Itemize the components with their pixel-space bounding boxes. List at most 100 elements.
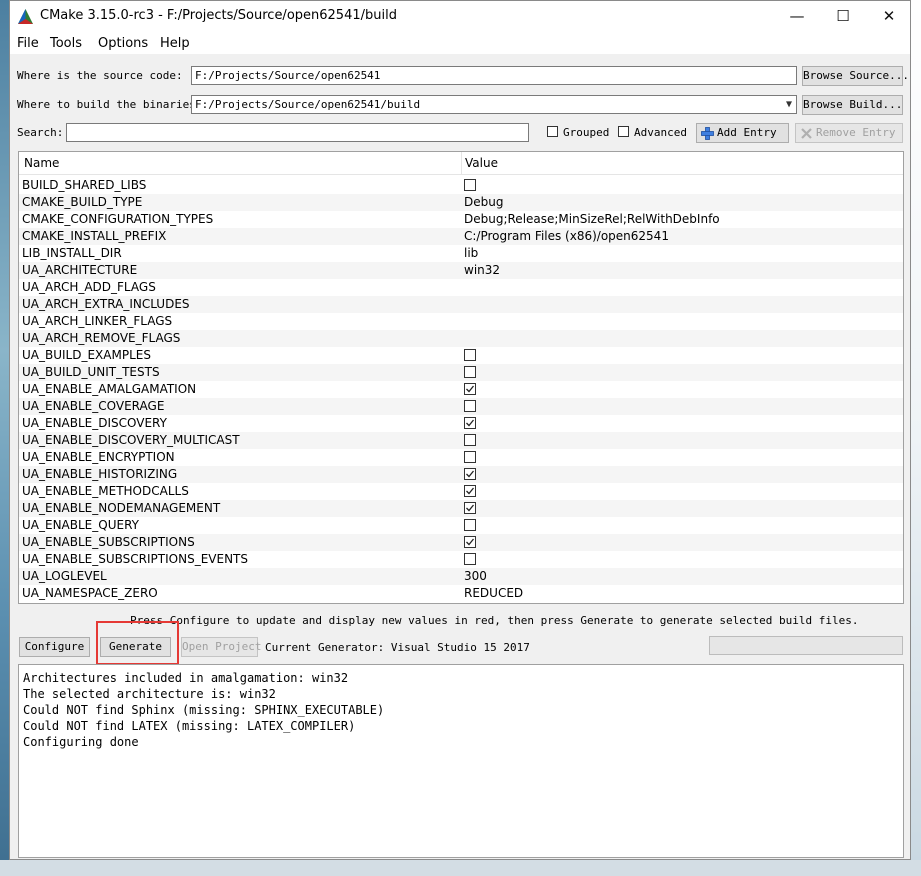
table-row[interactable]: UA_ENABLE_DISCOVERY — [19, 415, 903, 432]
minimize-button[interactable]: — — [774, 1, 820, 32]
close-button[interactable]: ✕ — [866, 1, 912, 32]
advanced-label: Advanced — [634, 126, 687, 139]
menu-file[interactable]: File — [17, 36, 39, 51]
table-row[interactable]: UA_ENABLE_QUERY — [19, 517, 903, 534]
table-row[interactable]: UA_ENABLE_ENCRYPTION — [19, 449, 903, 466]
entry-value-checkbox[interactable] — [464, 400, 476, 412]
entry-value-checkbox[interactable] — [464, 434, 476, 446]
entry-name: UA_ARCH_EXTRA_INCLUDES — [22, 297, 190, 311]
open-project-button[interactable]: Open Project — [181, 637, 261, 657]
search-input[interactable] — [66, 123, 529, 142]
table-row[interactable]: UA_LOGLEVEL 300 — [19, 568, 903, 585]
column-header-value[interactable]: Value — [465, 156, 498, 170]
entry-value-checkbox[interactable] — [464, 485, 476, 497]
add-entry-label: Add Entry — [717, 126, 777, 139]
remove-entry-button[interactable]: Remove Entry — [795, 123, 903, 143]
entry-name: UA_ENABLE_DISCOVERY_MULTICAST — [22, 433, 240, 447]
grouped-label: Grouped — [563, 126, 610, 139]
entry-name: UA_ARCHITECTURE — [22, 263, 138, 277]
table-header: Name Value — [19, 152, 903, 175]
entry-name: CMAKE_INSTALL_PREFIX — [22, 229, 167, 243]
entry-value-checkbox[interactable] — [464, 468, 476, 480]
table-row[interactable]: CMAKE_INSTALL_PREFIX C:/Program Files (x8… — [19, 228, 903, 245]
entry-name: UA_BUILD_EXAMPLES — [22, 348, 151, 362]
cache-variables-table: Name Value BUILD_SHARED_LIBS CMAKE_BUILD_… — [18, 151, 904, 604]
entry-name: UA_ENABLE_SUBSCRIPTIONS — [22, 535, 195, 549]
entry-value[interactable]: win32 — [464, 263, 500, 277]
table-row[interactable]: UA_ARCH_EXTRA_INCLUDES — [19, 296, 903, 313]
table-row[interactable]: UA_ARCH_ADD_FLAGS — [19, 279, 903, 296]
table-row[interactable]: UA_ARCHITECTURE win32 — [19, 262, 903, 279]
menu-help[interactable]: Help — [160, 36, 190, 51]
entry-value-checkbox[interactable] — [464, 417, 476, 429]
build-path-value: F:/Projects/Source/open62541/build — [195, 98, 421, 111]
column-header-name[interactable]: Name — [24, 156, 59, 170]
entry-name: UA_ENABLE_ENCRYPTION — [22, 450, 175, 464]
table-row[interactable]: BUILD_SHARED_LIBS — [19, 177, 903, 194]
entry-name: UA_ARCH_ADD_FLAGS — [22, 280, 156, 294]
output-line: The selected architecture is: win32 — [23, 687, 276, 701]
column-divider[interactable] — [461, 152, 462, 174]
checkmark-icon — [466, 504, 475, 512]
table-row[interactable]: UA_BUILD_EXAMPLES — [19, 347, 903, 364]
maximize-button[interactable]: ☐ — [820, 1, 866, 32]
table-row[interactable]: UA_ENABLE_SUBSCRIPTIONS_EVENTS — [19, 551, 903, 568]
generate-button[interactable]: Generate — [100, 637, 171, 657]
table-row[interactable]: UA_ENABLE_NODEMANAGEMENT — [19, 500, 903, 517]
entry-value-checkbox[interactable] — [464, 179, 476, 191]
table-row[interactable]: UA_ENABLE_METHODCALLS — [19, 483, 903, 500]
entry-value[interactable]: lib — [464, 246, 478, 260]
entry-value-checkbox[interactable] — [464, 349, 476, 361]
entry-value[interactable]: C:/Program Files (x86)/open62541 — [464, 229, 669, 243]
table-row[interactable]: UA_BUILD_UNIT_TESTS — [19, 364, 903, 381]
menu-options[interactable]: Options — [98, 36, 148, 51]
configure-hint-text: Press Configure to update and display ne… — [130, 614, 859, 627]
entry-value[interactable]: Debug;Release;MinSizeRel;RelWithDebInfo — [464, 212, 720, 226]
entry-value-checkbox[interactable] — [464, 502, 476, 514]
table-row[interactable]: UA_ENABLE_DISCOVERY_MULTICAST — [19, 432, 903, 449]
table-row[interactable]: UA_ENABLE_AMALGAMATION — [19, 381, 903, 398]
table-row[interactable]: UA_ARCH_LINKER_FLAGS — [19, 313, 903, 330]
output-log[interactable]: Architectures included in amalgamation: … — [18, 664, 904, 858]
entry-name: UA_ENABLE_SUBSCRIPTIONS_EVENTS — [22, 552, 248, 566]
entry-name: UA_NAMESPACE_ZERO — [22, 586, 158, 600]
desktop-background-right — [911, 0, 921, 876]
entry-name: UA_ENABLE_METHODCALLS — [22, 484, 189, 498]
entry-name: BUILD_SHARED_LIBS — [22, 178, 147, 192]
table-row[interactable]: UA_ENABLE_SUBSCRIPTIONS — [19, 534, 903, 551]
table-row[interactable]: LIB_INSTALL_DIR lib — [19, 245, 903, 262]
table-row[interactable]: UA_ENABLE_COVERAGE — [19, 398, 903, 415]
entry-name: UA_BUILD_UNIT_TESTS — [22, 365, 160, 379]
chevron-down-icon[interactable]: ▼ — [786, 96, 792, 113]
entry-name: UA_ENABLE_DISCOVERY — [22, 416, 167, 430]
configure-button[interactable]: Configure — [19, 637, 90, 657]
title-bar[interactable]: CMake 3.15.0-rc3 - F:/Projects/Source/op… — [10, 1, 910, 32]
entry-value[interactable]: REDUCED — [464, 586, 523, 600]
entry-value-checkbox[interactable] — [464, 366, 476, 378]
entry-name: UA_ENABLE_AMALGAMATION — [22, 382, 197, 396]
search-label: Search: — [17, 126, 64, 139]
menu-tools[interactable]: Tools — [50, 36, 82, 51]
entry-value[interactable]: Debug — [464, 195, 503, 209]
grouped-checkbox[interactable] — [547, 126, 558, 137]
entry-value-checkbox[interactable] — [464, 451, 476, 463]
table-row[interactable]: UA_NAMESPACE_ZERO REDUCED — [19, 585, 903, 602]
entry-value[interactable]: 300 — [464, 569, 487, 583]
build-path-combobox[interactable]: F:/Projects/Source/open62541/build ▼ — [191, 95, 797, 114]
browse-build-button[interactable]: Browse Build... — [802, 95, 903, 115]
entry-value-checkbox[interactable] — [464, 553, 476, 565]
advanced-checkbox[interactable] — [618, 126, 629, 137]
table-row[interactable]: CMAKE_CONFIGURATION_TYPES Debug;Release;M… — [19, 211, 903, 228]
entry-name: LIB_INSTALL_DIR — [22, 246, 122, 260]
table-row[interactable]: UA_ENABLE_HISTORIZING — [19, 466, 903, 483]
source-path-input[interactable]: F:/Projects/Source/open62541 — [191, 66, 797, 85]
browse-source-button[interactable]: Browse Source... — [802, 66, 909, 86]
entry-value-checkbox[interactable] — [464, 383, 476, 395]
table-row[interactable]: UA_ARCH_REMOVE_FLAGS — [19, 330, 903, 347]
entry-name: UA_LOGLEVEL — [22, 569, 107, 583]
add-entry-button[interactable]: Add Entry — [696, 123, 789, 143]
entry-value-checkbox[interactable] — [464, 519, 476, 531]
table-row[interactable]: CMAKE_BUILD_TYPE Debug — [19, 194, 903, 211]
entry-value-checkbox[interactable] — [464, 536, 476, 548]
entry-name: UA_ENABLE_NODEMANAGEMENT — [22, 501, 221, 515]
